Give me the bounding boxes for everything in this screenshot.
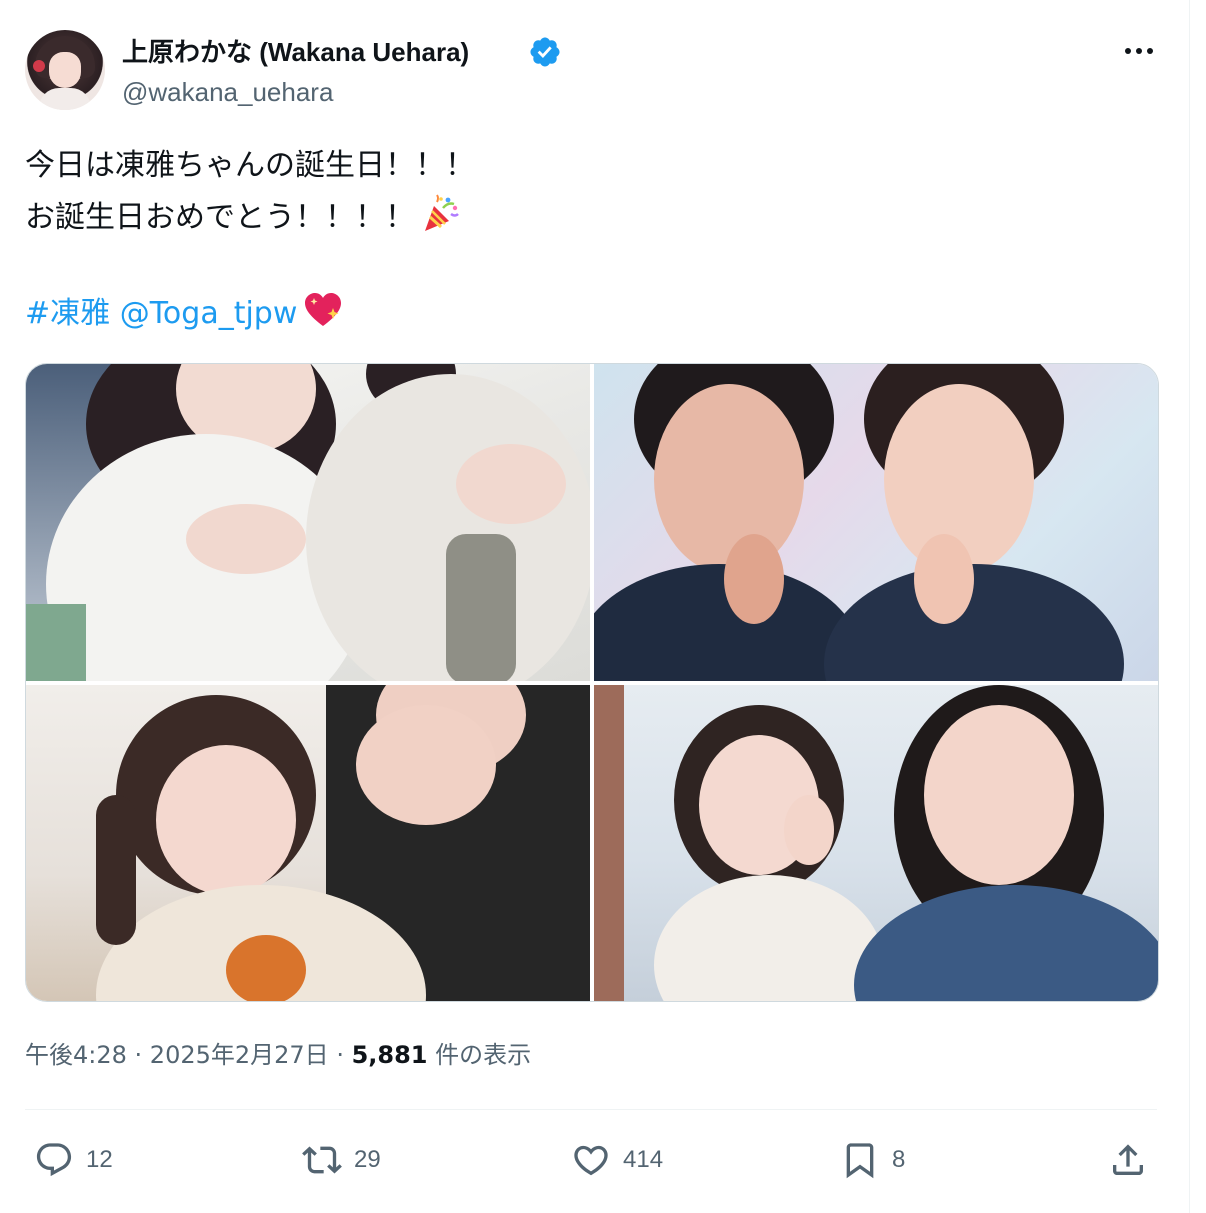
heart-icon	[574, 1145, 608, 1176]
media-grid	[25, 363, 1159, 1002]
hashtag-link[interactable]: #凍雅	[25, 296, 110, 331]
user-handle[interactable]: @wakana_uehara	[122, 75, 333, 109]
tweet-text: 今日は凍雅ちゃんの誕生日！！！ お誕生日おめでとう！！！！ #凍雅 @Toga_…	[25, 140, 1155, 340]
repost-count: 29	[354, 1146, 381, 1173]
column-border	[1189, 0, 1190, 1213]
sparkling-heart-icon	[305, 293, 342, 326]
bookmark-count: 8	[892, 1146, 906, 1173]
more-options-icon[interactable]	[1120, 36, 1158, 66]
party-popper-icon	[425, 194, 459, 231]
display-name[interactable]: 上原わかな (Wakana Uehara)	[122, 34, 469, 70]
meta-separator: ·	[126, 1041, 150, 1069]
tweet-meta: 午後4:28 · 2025年2月27日 · 5,881 件の表示	[25, 1035, 531, 1075]
tweet-line-2: お誕生日おめでとう！！！！	[25, 192, 1155, 244]
bookmark-button[interactable]: 8	[840, 1138, 905, 1182]
like-button[interactable]: 414	[571, 1138, 663, 1182]
repost-button[interactable]: 29	[302, 1138, 381, 1182]
photo-2[interactable]	[594, 364, 1158, 681]
like-count: 414	[623, 1146, 664, 1173]
tweet-line-4: #凍雅 @Toga_tjpw	[25, 288, 1155, 340]
tweet-line-1: 今日は凍雅ちゃんの誕生日！！！	[25, 148, 475, 183]
share-icon	[1113, 1144, 1143, 1175]
reply-count: 12	[86, 1146, 113, 1173]
views-count: 5,881	[351, 1041, 428, 1069]
reply-button[interactable]: 12	[34, 1138, 113, 1182]
divider	[25, 1109, 1157, 1110]
reply-icon	[36, 1143, 72, 1177]
avatar[interactable]	[25, 30, 105, 110]
tweet-date[interactable]: 2025年2月27日	[150, 1041, 329, 1069]
photo-3[interactable]	[26, 685, 590, 1001]
photo-1[interactable]	[26, 364, 590, 681]
repost-icon	[302, 1146, 342, 1174]
mention-link[interactable]: @Toga_tjpw	[120, 296, 298, 331]
bookmark-icon	[846, 1143, 874, 1179]
share-button[interactable]	[1108, 1138, 1148, 1182]
meta-separator: ·	[328, 1041, 352, 1069]
tweet-time[interactable]: 午後4:28	[25, 1041, 127, 1069]
verified-badge-icon	[530, 37, 560, 67]
views-label: 件の表示	[427, 1041, 532, 1069]
tweet-line-2-text: お誕生日おめでとう！！！！	[25, 200, 415, 235]
photo-4[interactable]	[594, 685, 1158, 1001]
